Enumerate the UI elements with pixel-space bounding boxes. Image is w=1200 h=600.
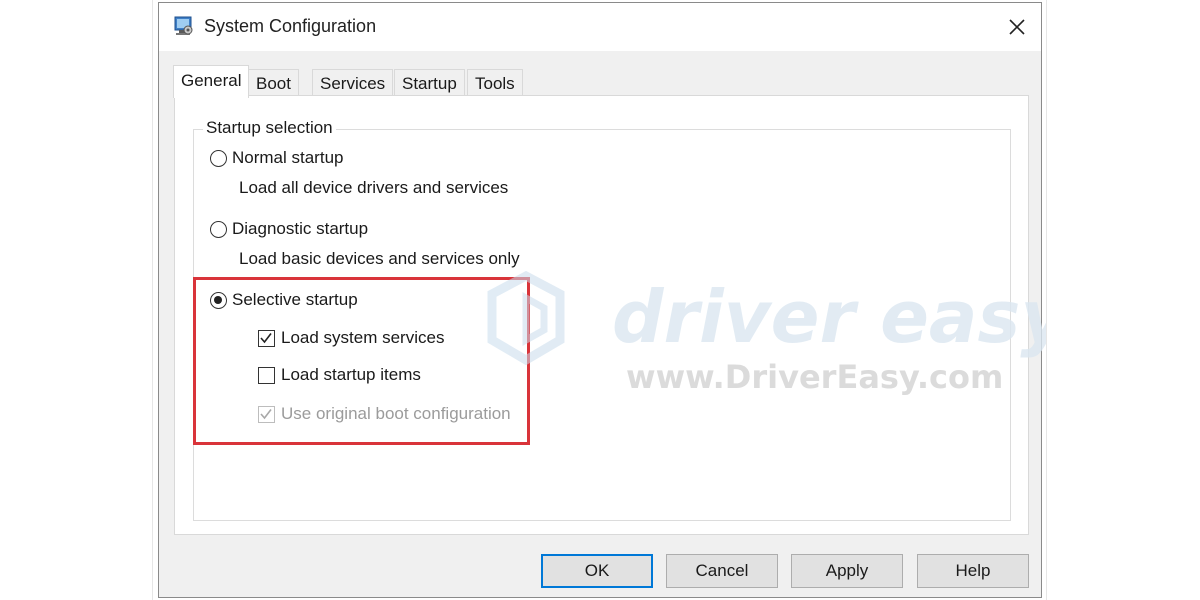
checkmark-icon (260, 408, 272, 419)
diagnostic-startup-description: Load basic devices and services only (239, 249, 520, 268)
close-button[interactable] (993, 3, 1041, 51)
tab-boot[interactable]: Boot (248, 69, 299, 96)
checkbox-checked[interactable] (258, 329, 275, 347)
load-startup-items-label: Load startup items (281, 365, 421, 384)
normal-startup-label: Normal startup (232, 148, 344, 167)
tab-general[interactable]: General (173, 65, 250, 98)
load-startup-items-checkbox[interactable]: Load startup items (258, 365, 421, 385)
use-original-boot-configuration-label: Use original boot configuration (281, 404, 511, 423)
normal-startup-radio[interactable]: Normal startup (210, 148, 343, 168)
tab-startup[interactable]: Startup (394, 69, 465, 96)
background-divider (1046, 0, 1047, 600)
group-legend: Startup selection (203, 118, 336, 138)
diagnostic-startup-radio[interactable]: Diagnostic startup (210, 219, 368, 239)
load-system-services-label: Load system services (281, 328, 445, 347)
diagnostic-startup-label: Diagnostic startup (232, 219, 369, 238)
cancel-button[interactable]: Cancel (666, 554, 778, 588)
checkbox-unchecked[interactable] (258, 366, 275, 384)
ok-button[interactable]: OK (541, 554, 653, 588)
selective-startup-label: Selective startup (232, 290, 358, 309)
background-fragment (172, 590, 472, 600)
radio-button-off[interactable] (210, 220, 227, 238)
apply-button[interactable]: Apply (791, 554, 903, 588)
background-divider (152, 0, 153, 600)
radio-button-off[interactable] (210, 149, 227, 167)
system-configuration-window: System Configuration General Boot Servic… (158, 2, 1042, 598)
msconfig-app-icon (173, 15, 195, 37)
help-button[interactable]: Help (917, 554, 1029, 588)
checkmark-icon (260, 332, 272, 343)
use-original-boot-configuration-checkbox: Use original boot configuration (258, 404, 511, 424)
radio-button-on[interactable] (210, 291, 227, 309)
checkbox-checked-disabled (258, 405, 275, 423)
tab-tools[interactable]: Tools (467, 69, 523, 96)
normal-startup-description: Load all device drivers and services (239, 178, 509, 197)
title-bar: System Configuration (159, 3, 1041, 51)
load-system-services-checkbox[interactable]: Load system services (258, 328, 444, 348)
window-title: System Configuration (204, 16, 377, 36)
tab-services[interactable]: Services (312, 69, 394, 96)
close-icon (1009, 19, 1025, 35)
selective-startup-radio[interactable]: Selective startup (210, 290, 358, 310)
